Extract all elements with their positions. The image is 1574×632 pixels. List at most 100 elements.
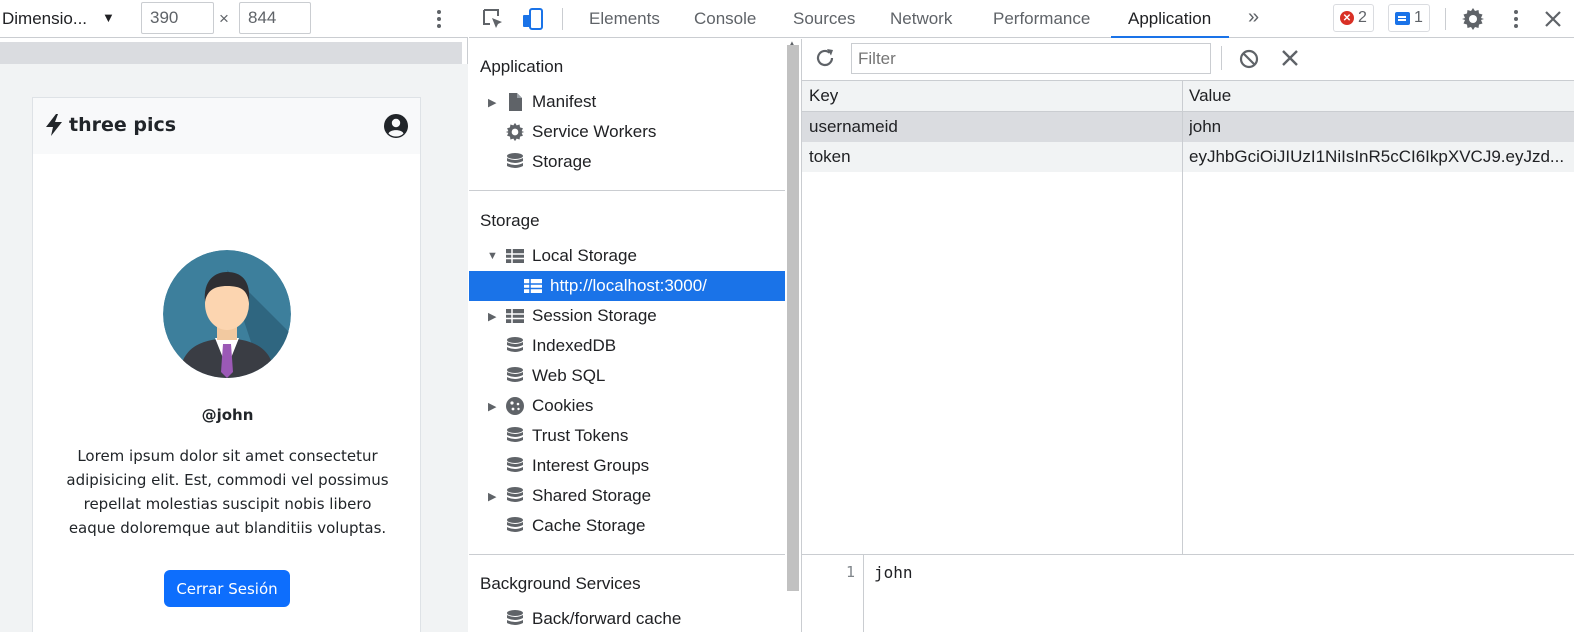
tree-label: Shared Storage [532, 486, 652, 505]
dimension-separator: × [219, 9, 229, 28]
database-icon [507, 517, 523, 532]
message-count-badge[interactable]: 1 [1388, 4, 1430, 32]
tree-item-back-forward-cache[interactable]: Back/forward cache [469, 604, 785, 632]
sidebar-scrollbar[interactable] [787, 45, 799, 591]
tab-separator [1445, 8, 1446, 30]
device-height-value: 844 [248, 8, 277, 27]
tab-application[interactable]: Application [1110, 0, 1230, 38]
tab-console[interactable]: Console [694, 0, 756, 38]
table-row[interactable]: usernameid john [802, 112, 1574, 142]
more-tabs-icon[interactable]: » [1248, 6, 1259, 29]
column-header-key[interactable]: Key [809, 81, 838, 111]
section-title-application: Application [480, 57, 564, 76]
tree-item-cache-storage[interactable]: Cache Storage [469, 511, 785, 541]
profile-bio: Lorem ipsum dolor sit amet consectetur a… [66, 447, 389, 537]
tree-label: Web SQL [532, 366, 606, 385]
tree-label: Session Storage [532, 306, 657, 325]
expand-arrow-icon[interactable]: ▶ [488, 400, 496, 413]
database-icon [507, 610, 523, 625]
tree-item-manifest[interactable]: ▶ Manifest [469, 87, 785, 117]
section-divider [469, 554, 785, 555]
dimensions-dropdown-icon[interactable]: ▼ [102, 10, 115, 25]
file-icon [509, 93, 522, 111]
logout-button[interactable]: Cerrar Sesión [164, 570, 290, 607]
grid-icon [506, 249, 524, 263]
dimensions-label: Dimensio... [2, 9, 88, 28]
database-icon [507, 427, 523, 442]
tree-label: Local Storage [532, 246, 637, 265]
tree-label: Cache Storage [532, 516, 646, 535]
cookie-icon [506, 397, 524, 415]
device-toggle-icon[interactable] [521, 7, 545, 31]
app-brand[interactable]: three pics [45, 114, 176, 136]
tree-item-cookies[interactable]: ▶ Cookies [469, 391, 785, 421]
tree-item-shared-storage[interactable]: ▶ Shared Storage [469, 481, 785, 511]
tree-item-trust-tokens[interactable]: Trust Tokens [469, 421, 785, 451]
row-value: eyJhbGciOiJIUzI1NiIsInR5cCI6IkpXVCJ9.eyJ… [1189, 147, 1565, 166]
device-toolbar: Dimensio... ▼ 390 × 844 [0, 0, 468, 38]
local-storage-view: Key Value usernameid john token eyJhbGci… [801, 39, 1574, 632]
tree-label: Service Workers [532, 122, 657, 141]
emulated-page: three pics @john Lorem ipsum dolor sit a… [32, 97, 421, 632]
delete-selected-icon[interactable] [1281, 49, 1299, 67]
tree-label: Manifest [532, 92, 597, 111]
section-divider [469, 190, 785, 191]
database-icon [507, 487, 523, 502]
dimensions-select[interactable]: Dimensio... [2, 7, 87, 31]
row-value: john [1189, 117, 1222, 136]
tree-item-indexeddb[interactable]: IndexedDB [469, 331, 785, 361]
database-icon [507, 153, 523, 168]
error-count-badge[interactable]: ✕ 2 [1333, 4, 1374, 32]
application-sidebar: Application ▶ Manifest Service Workers S… [469, 39, 785, 632]
preview-value[interactable]: john [874, 563, 913, 582]
tree-item-session-storage[interactable]: ▶ Session Storage [469, 301, 785, 331]
device-emulation-pane: Dimensio... ▼ 390 × 844 three pics @john… [0, 0, 468, 632]
tree-label: Storage [532, 152, 592, 171]
error-count: 2 [1358, 9, 1367, 26]
tree-label: Back/forward cache [532, 609, 682, 628]
device-height-input[interactable]: 844 [239, 2, 311, 34]
profile-avatar [163, 250, 291, 378]
error-icon: ✕ [1340, 11, 1354, 25]
clear-all-icon[interactable] [1238, 48, 1260, 70]
filter-input[interactable] [851, 43, 1211, 74]
storage-table: Key Value usernameid john token eyJhbGci… [802, 80, 1574, 555]
tab-elements[interactable]: Elements [589, 0, 660, 38]
tab-network[interactable]: Network [890, 0, 952, 38]
expand-arrow-icon[interactable]: ▶ [488, 490, 496, 503]
expand-arrow-icon[interactable]: ▶ [488, 96, 496, 109]
device-width-input[interactable]: 390 [141, 2, 214, 34]
tree-item-localhost-origin[interactable]: http://localhost:3000/ [469, 271, 785, 301]
tree-item-storage[interactable]: Storage [469, 147, 785, 177]
tab-performance[interactable]: Performance [993, 0, 1090, 38]
devtools-more-options-icon[interactable] [1513, 10, 1519, 30]
collapse-arrow-icon[interactable]: ▼ [487, 250, 498, 262]
row-key: usernameid [809, 117, 898, 136]
device-more-options-icon[interactable] [436, 10, 442, 30]
expand-arrow-icon[interactable]: ▶ [488, 310, 496, 323]
row-key: token [809, 147, 851, 166]
tab-sources[interactable]: Sources [793, 0, 855, 38]
tree-item-interest-groups[interactable]: Interest Groups [469, 451, 785, 481]
grid-icon [506, 309, 524, 323]
section-title-background-services: Background Services [480, 574, 641, 593]
grid-icon [524, 279, 542, 293]
brand-label: three pics [69, 114, 177, 136]
device-width-value: 390 [150, 8, 179, 27]
close-devtools-icon[interactable] [1543, 7, 1563, 31]
database-icon [507, 367, 523, 382]
tree-item-web-sql[interactable]: Web SQL [469, 361, 785, 391]
table-row[interactable]: token eyJhbGciOiJIUzI1NiIsInR5cCI6IkpXVC… [802, 142, 1574, 172]
column-header-value[interactable]: Value [1189, 81, 1231, 111]
devtools-panel: Elements Console Sources Network Perform… [469, 0, 1574, 632]
user-circle-icon[interactable] [384, 114, 408, 138]
line-number-gutter: 1 [802, 555, 864, 632]
tree-label: Trust Tokens [532, 426, 629, 445]
inspect-element-icon[interactable] [481, 7, 505, 31]
tree-item-service-workers[interactable]: Service Workers [469, 117, 785, 147]
settings-gear-icon[interactable] [1461, 7, 1485, 31]
column-divider[interactable] [1182, 81, 1183, 555]
refresh-icon[interactable] [814, 47, 836, 69]
tree-item-local-storage[interactable]: ▼ Local Storage [469, 241, 785, 271]
storage-toolbar [802, 39, 1574, 79]
